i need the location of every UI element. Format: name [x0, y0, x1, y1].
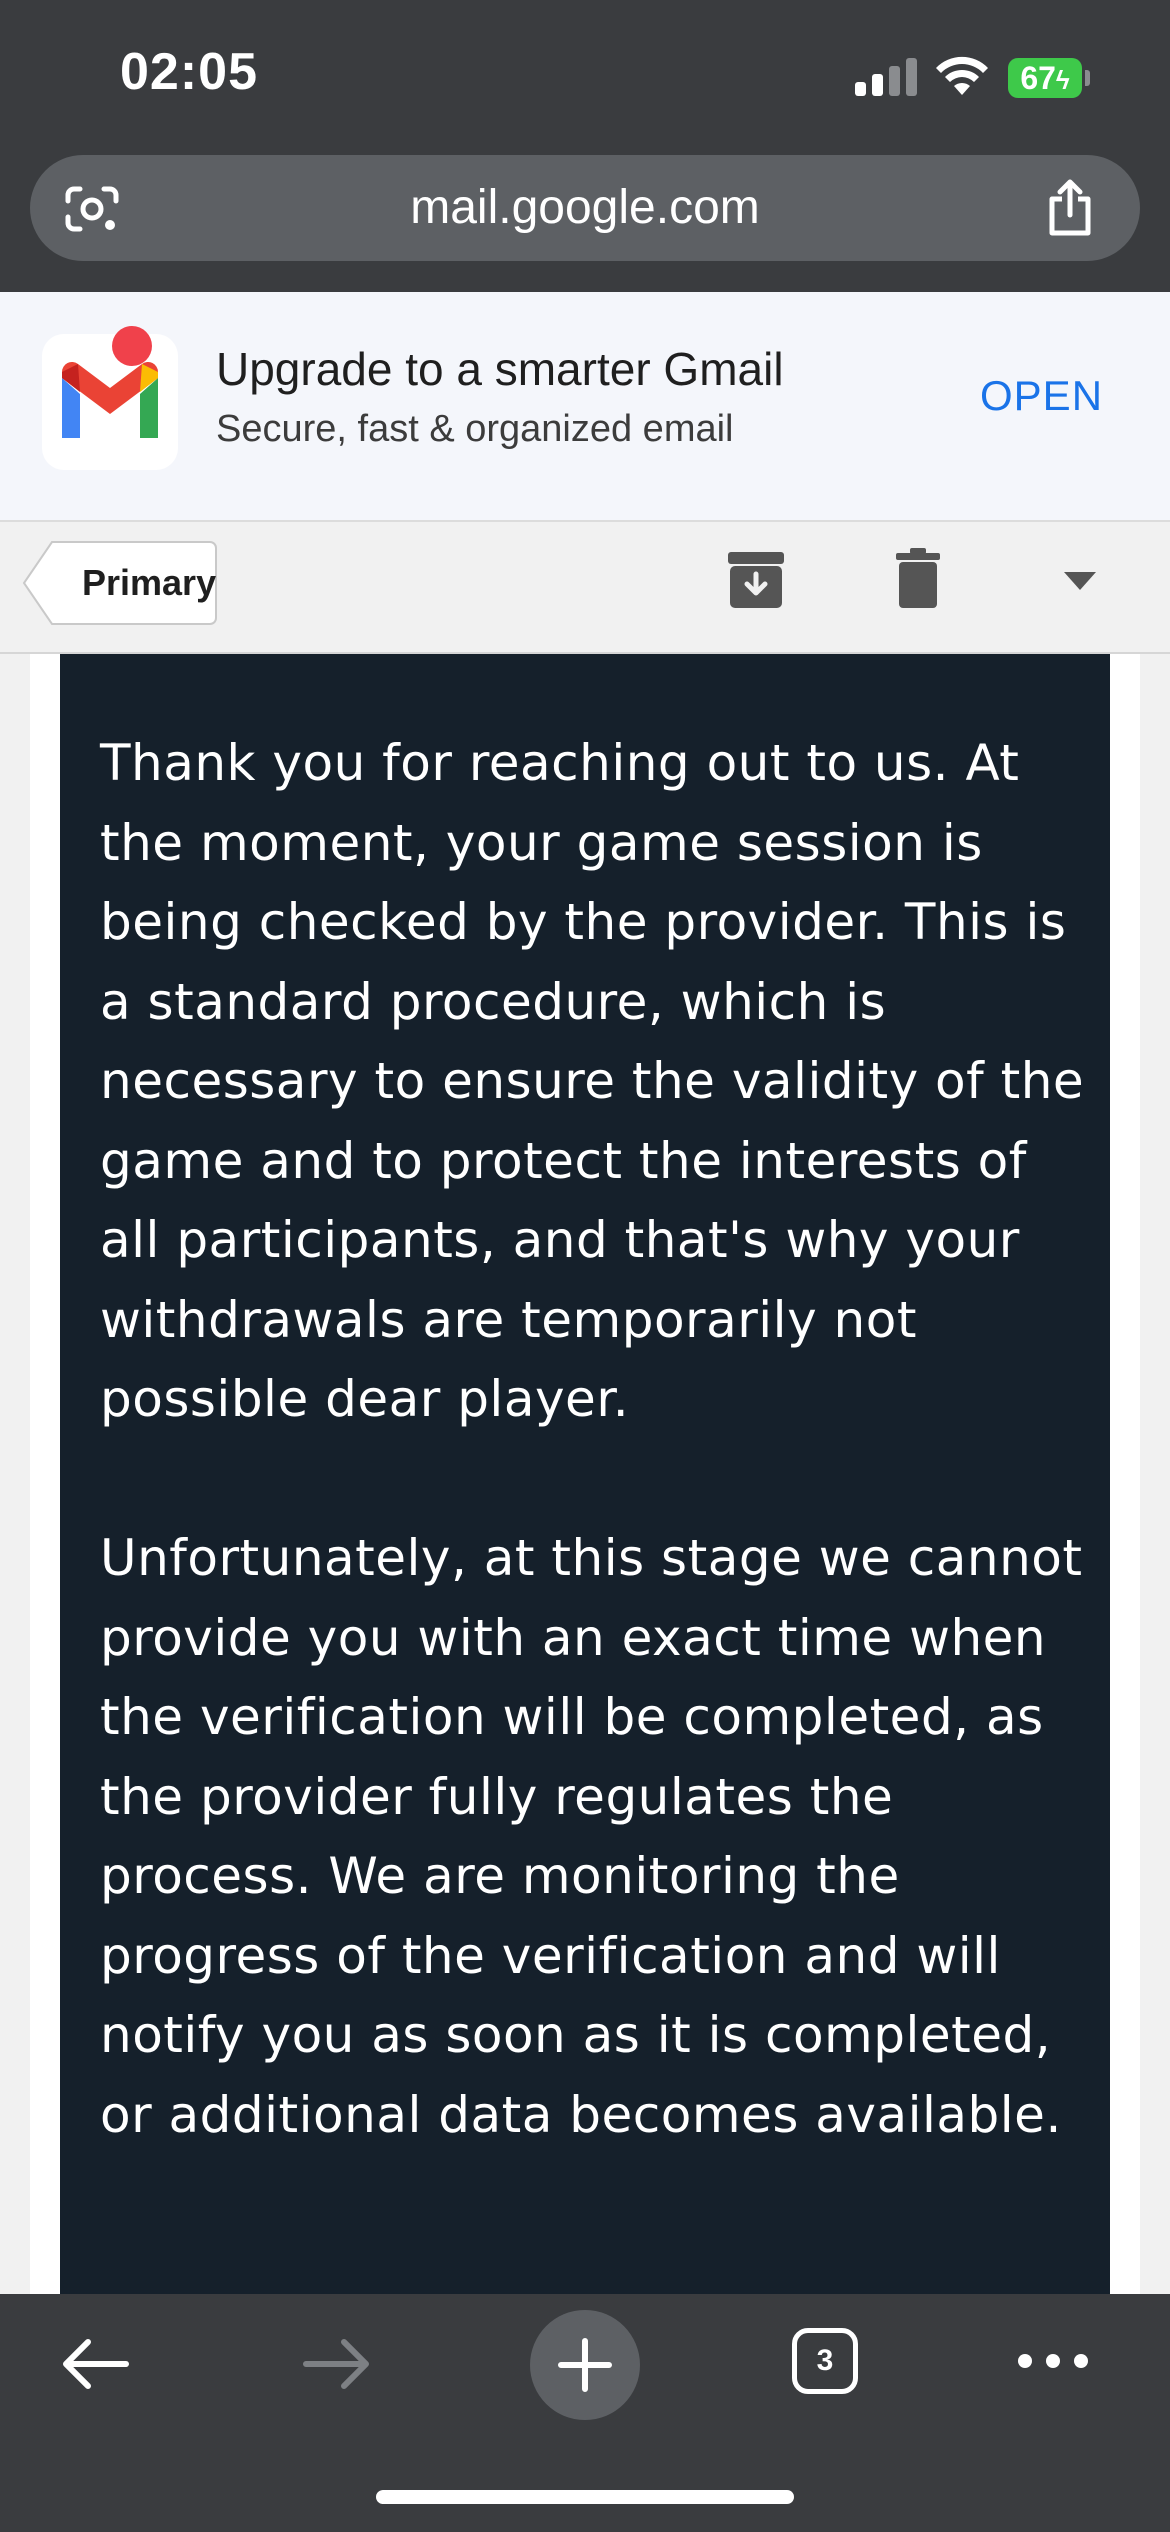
- new-tab-button[interactable]: [530, 2310, 640, 2420]
- home-indicator[interactable]: [376, 2490, 794, 2504]
- back-to-primary-button[interactable]: Primary: [22, 540, 218, 626]
- gmail-logo: [42, 334, 178, 470]
- primary-label: Primary: [82, 562, 217, 603]
- tab-switcher-button[interactable]: 3: [792, 2328, 858, 2394]
- battery-cap: [1085, 70, 1090, 86]
- status-time: 02:05: [120, 43, 258, 101]
- share-icon[interactable]: [1042, 177, 1098, 239]
- email-message-body: Thank you for reaching out to us. At the…: [60, 654, 1110, 2294]
- trash-icon[interactable]: [896, 548, 940, 608]
- email-paragraph-1: Thank you for reaching out to us. At the…: [100, 734, 1085, 1428]
- archive-icon[interactable]: [728, 552, 784, 610]
- gmail-app-banner: Upgrade to a smarter Gmail Secure, fast …: [0, 292, 1170, 522]
- email-toolbar: Primary: [0, 522, 1170, 654]
- cellular-signal-icon: [855, 58, 917, 96]
- email-paragraph-2: Unfortunately, at this stage we cannot p…: [100, 1529, 1083, 2144]
- battery-indicator: 67ϟ: [1008, 58, 1082, 98]
- more-dots-icon[interactable]: [1015, 2349, 1091, 2373]
- banner-subtitle: Secure, fast & organized email: [216, 408, 734, 450]
- gmail-m-icon: [62, 362, 158, 438]
- wifi-icon: [936, 56, 988, 95]
- battery-level: 67: [1020, 60, 1056, 96]
- forward-arrow-icon[interactable]: [302, 2334, 374, 2394]
- notification-dot: [112, 326, 152, 366]
- address-bar[interactable]: mail.google.com: [30, 155, 1140, 261]
- url-text: mail.google.com: [410, 181, 760, 234]
- browser-top-bar: 02:05 67ϟ mail.google.com: [0, 0, 1170, 292]
- back-arrow-icon[interactable]: [58, 2334, 130, 2394]
- banner-title: Upgrade to a smarter Gmail: [216, 343, 784, 395]
- open-app-button[interactable]: OPEN: [980, 372, 1103, 420]
- charging-icon: ϟ: [1055, 65, 1070, 95]
- plus-icon: [558, 2338, 612, 2392]
- email-text: Thank you for reaching out to us. At the…: [100, 724, 1100, 2235]
- chevron-down-icon[interactable]: [1064, 572, 1096, 590]
